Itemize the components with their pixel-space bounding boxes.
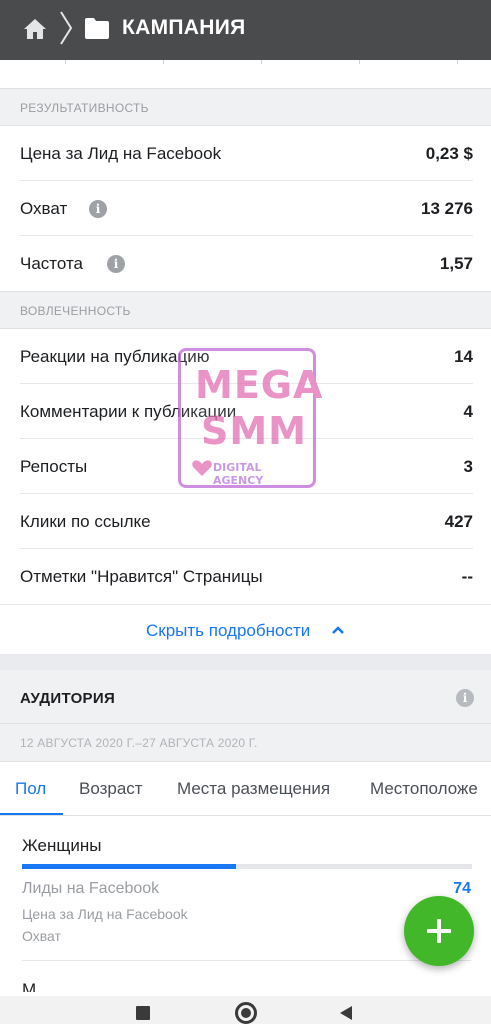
metric-row-frequency: Частота i 1,57: [0, 236, 491, 291]
metric-label: Цена за Лид на Facebook: [20, 144, 222, 163]
recents-button[interactable]: [136, 1006, 150, 1020]
metric-row-reach: Охват i 13 276: [0, 181, 491, 236]
watermark-line-1: MEGA: [195, 363, 324, 407]
chevron-right-icon: [60, 11, 73, 45]
folder-icon: [85, 18, 109, 39]
section-header-engagement: ВОВЛЕЧЕННОСТЬ: [0, 291, 491, 329]
metric-value: 0,23 $: [425, 144, 473, 163]
metric-value: --: [461, 567, 473, 586]
add-button[interactable]: [404, 896, 474, 966]
metric-row-page-likes: Отметки "Нравится" Страницы --: [0, 549, 491, 604]
metric-label: Частота: [20, 254, 84, 273]
system-nav-bar: [0, 996, 491, 1024]
section-gap: [0, 654, 491, 670]
metric-value: 4: [463, 402, 473, 421]
next-breakdown-name: М: [22, 980, 37, 992]
share-bar-fill: [22, 864, 237, 869]
info-icon[interactable]: i: [456, 689, 474, 707]
section-header-performance: РЕЗУЛЬТАТИВНОСТЬ: [0, 88, 491, 126]
top-bar: КАМПАНИЯ: [0, 0, 491, 60]
hide-details-button[interactable]: Скрыть подробности: [0, 604, 491, 654]
metric-leads-label: Лиды на Facebook: [22, 880, 160, 897]
metric-label: Охват: [20, 199, 68, 218]
watermark-line-2: SMM: [201, 409, 307, 453]
metric-row-cost-per-lead: Цена за Лид на Facebook 0,23 $: [0, 126, 491, 181]
metric-value: 13 276: [421, 199, 473, 218]
tab-gender[interactable]: Пол: [15, 779, 46, 799]
tab-age[interactable]: Возраст: [79, 779, 143, 799]
tab-location[interactable]: Местоположе: [370, 779, 478, 799]
date-range-text: 12 АВГУСТА 2020 Г.–27 АВГУСТА 2020 Г.: [20, 736, 258, 750]
metric-cost-label: Цена за Лид на Facebook: [22, 906, 188, 922]
home-icon[interactable]: [22, 16, 48, 42]
metric-leads-value: 74: [453, 880, 471, 897]
metric-value: 14: [454, 347, 473, 366]
column-dividers: [0, 60, 491, 88]
audience-tabs: Пол Возраст Места размещения Местоположе: [0, 762, 491, 816]
home-button[interactable]: [235, 1002, 257, 1024]
share-bar: [22, 864, 472, 869]
info-icon[interactable]: i: [107, 255, 125, 273]
hide-details-label[interactable]: Скрыть подробности: [146, 621, 310, 641]
metric-value: 3: [463, 457, 473, 476]
audience-date-range: 12 АВГУСТА 2020 Г.–27 АВГУСТА 2020 Г.: [0, 724, 491, 762]
metric-reach-label: Охват: [22, 928, 61, 944]
metric-value: 427: [444, 512, 473, 531]
back-icon[interactable]: [338, 1005, 354, 1021]
watermark-tagline: DIGITAL AGENCY: [213, 461, 264, 487]
audience-title: АУДИТОРИЯ: [20, 690, 116, 707]
section-title: РЕЗУЛЬТАТИВНОСТЬ: [20, 101, 149, 115]
audience-header: АУДИТОРИЯ i: [0, 670, 491, 724]
page-title: КАМПАНИЯ: [122, 16, 246, 39]
watermark-logo: MEGA SMM DIGITAL AGENCY: [178, 348, 322, 488]
info-icon[interactable]: i: [89, 200, 107, 218]
chevron-up-icon[interactable]: [331, 625, 345, 635]
metric-label: Репосты: [20, 457, 88, 476]
section-title: ВОВЛЕЧЕННОСТЬ: [20, 304, 131, 318]
heart-icon: [192, 460, 212, 476]
metric-value: 1,57: [439, 254, 473, 273]
breakdown-name: Женщины: [22, 836, 102, 855]
metric-row-link-clicks: Клики по ссылке 427: [0, 494, 491, 549]
tab-placements[interactable]: Места размещения: [177, 779, 330, 799]
metric-label: Отметки "Нравится" Страницы: [20, 567, 263, 586]
metric-label: Клики по ссылке: [20, 512, 151, 531]
